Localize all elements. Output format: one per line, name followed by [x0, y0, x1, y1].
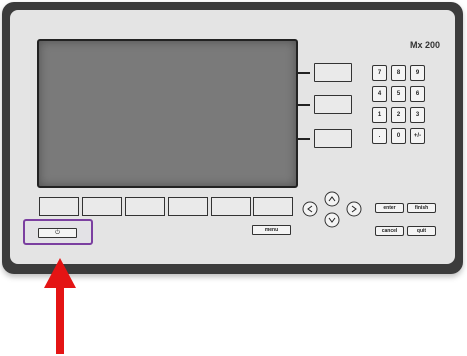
bottom-softkey-5[interactable]	[211, 197, 251, 216]
arrow-left-key[interactable]	[302, 201, 318, 217]
key-8[interactable]: 8	[391, 65, 406, 81]
menu-button[interactable]: menu	[252, 225, 291, 235]
side-softkey-3[interactable]	[314, 129, 352, 148]
power-icon: ⏻	[55, 229, 60, 236]
key-plus-minus[interactable]: +/-	[410, 128, 425, 144]
bottom-softkey-6[interactable]	[253, 197, 293, 216]
key-7[interactable]: 7	[372, 65, 387, 81]
bottom-softkey-4[interactable]	[168, 197, 208, 216]
cancel-button[interactable]: cancel	[375, 226, 404, 236]
finish-button[interactable]: finish	[407, 203, 436, 213]
key-decimal[interactable]: .	[372, 128, 387, 144]
bottom-softkey-2[interactable]	[82, 197, 122, 216]
arrow-up-key[interactable]	[324, 191, 340, 207]
key-0[interactable]: 0	[391, 128, 406, 144]
key-5[interactable]: 5	[391, 86, 406, 102]
key-2[interactable]: 2	[391, 107, 406, 123]
key-1[interactable]: 1	[372, 107, 387, 123]
enter-button[interactable]: enter	[375, 203, 404, 213]
side-softkey-1[interactable]	[314, 63, 352, 82]
quit-button[interactable]: quit	[407, 226, 436, 236]
arrow-right-key[interactable]	[346, 201, 362, 217]
key-9[interactable]: 9	[410, 65, 425, 81]
softkey-pointer-2	[296, 104, 310, 106]
softkey-pointer-3	[296, 138, 310, 140]
key-4[interactable]: 4	[372, 86, 387, 102]
arrow-down-key[interactable]	[324, 212, 340, 228]
bottom-softkey-1[interactable]	[39, 197, 79, 216]
model-label: Mx 200	[409, 40, 440, 50]
key-3[interactable]: 3	[410, 107, 425, 123]
power-button[interactable]: ⏻	[38, 228, 77, 238]
display-screen	[37, 39, 298, 188]
side-softkey-2[interactable]	[314, 95, 352, 114]
key-6[interactable]: 6	[410, 86, 425, 102]
bottom-softkey-3[interactable]	[125, 197, 165, 216]
pointer-arrow-icon	[44, 258, 76, 354]
navigation-pad	[302, 191, 362, 228]
softkey-pointer-1	[296, 72, 310, 74]
